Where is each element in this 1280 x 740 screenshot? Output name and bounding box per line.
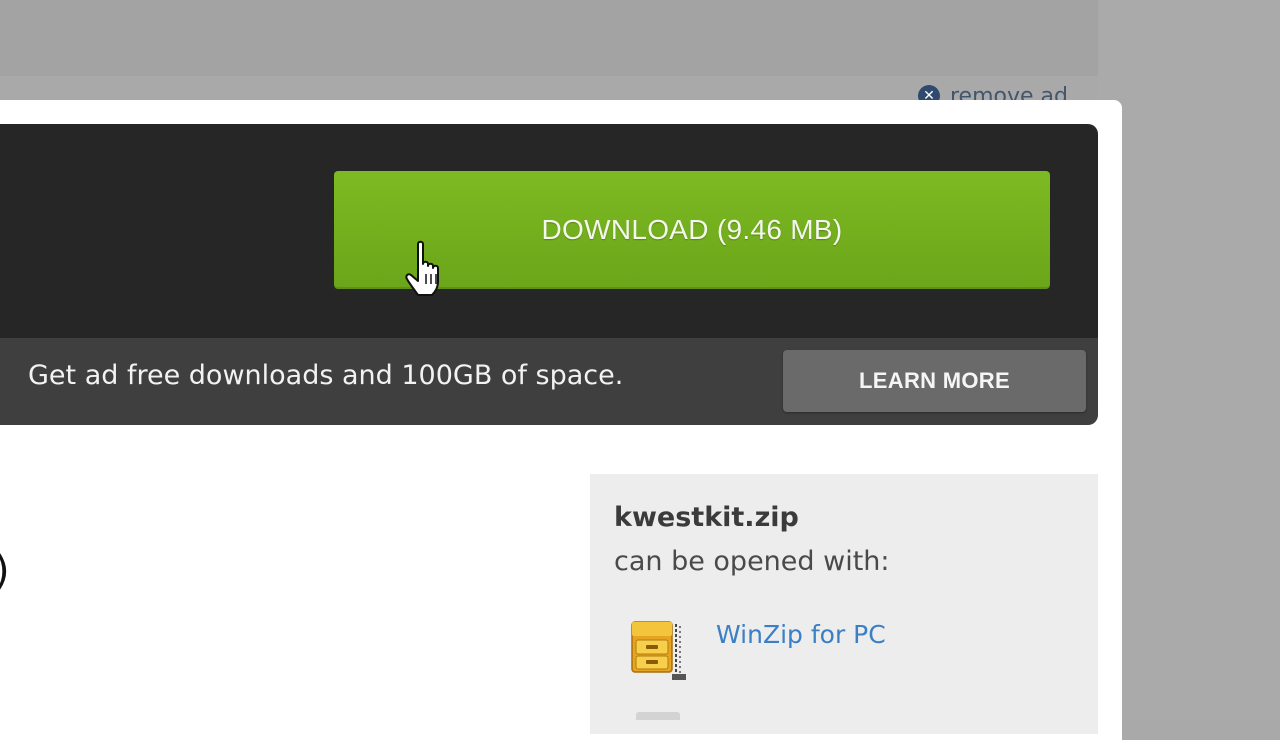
hand-pointer-icon [405,240,439,296]
page-header-background [0,0,1098,76]
winzip-cabinet-icon [631,621,686,680]
learn-more-label: LEARN MORE [859,368,1010,393]
winzip-for-pc-link[interactable]: WinZip for PC [716,620,886,649]
download-button-label: DOWNLOAD (9.46 MB) [541,214,843,245]
open-with-text: can be opened with: [614,546,890,577]
page-right-background [1098,0,1280,720]
learn-more-button[interactable]: LEARN MORE [783,350,1086,412]
truncated-text-fragment: ) [0,548,10,594]
file-name: kwestkit.zip [614,502,799,533]
next-app-icon [636,712,680,720]
premium-promo-text: Get ad free downloads and 100GB of space… [28,360,624,391]
